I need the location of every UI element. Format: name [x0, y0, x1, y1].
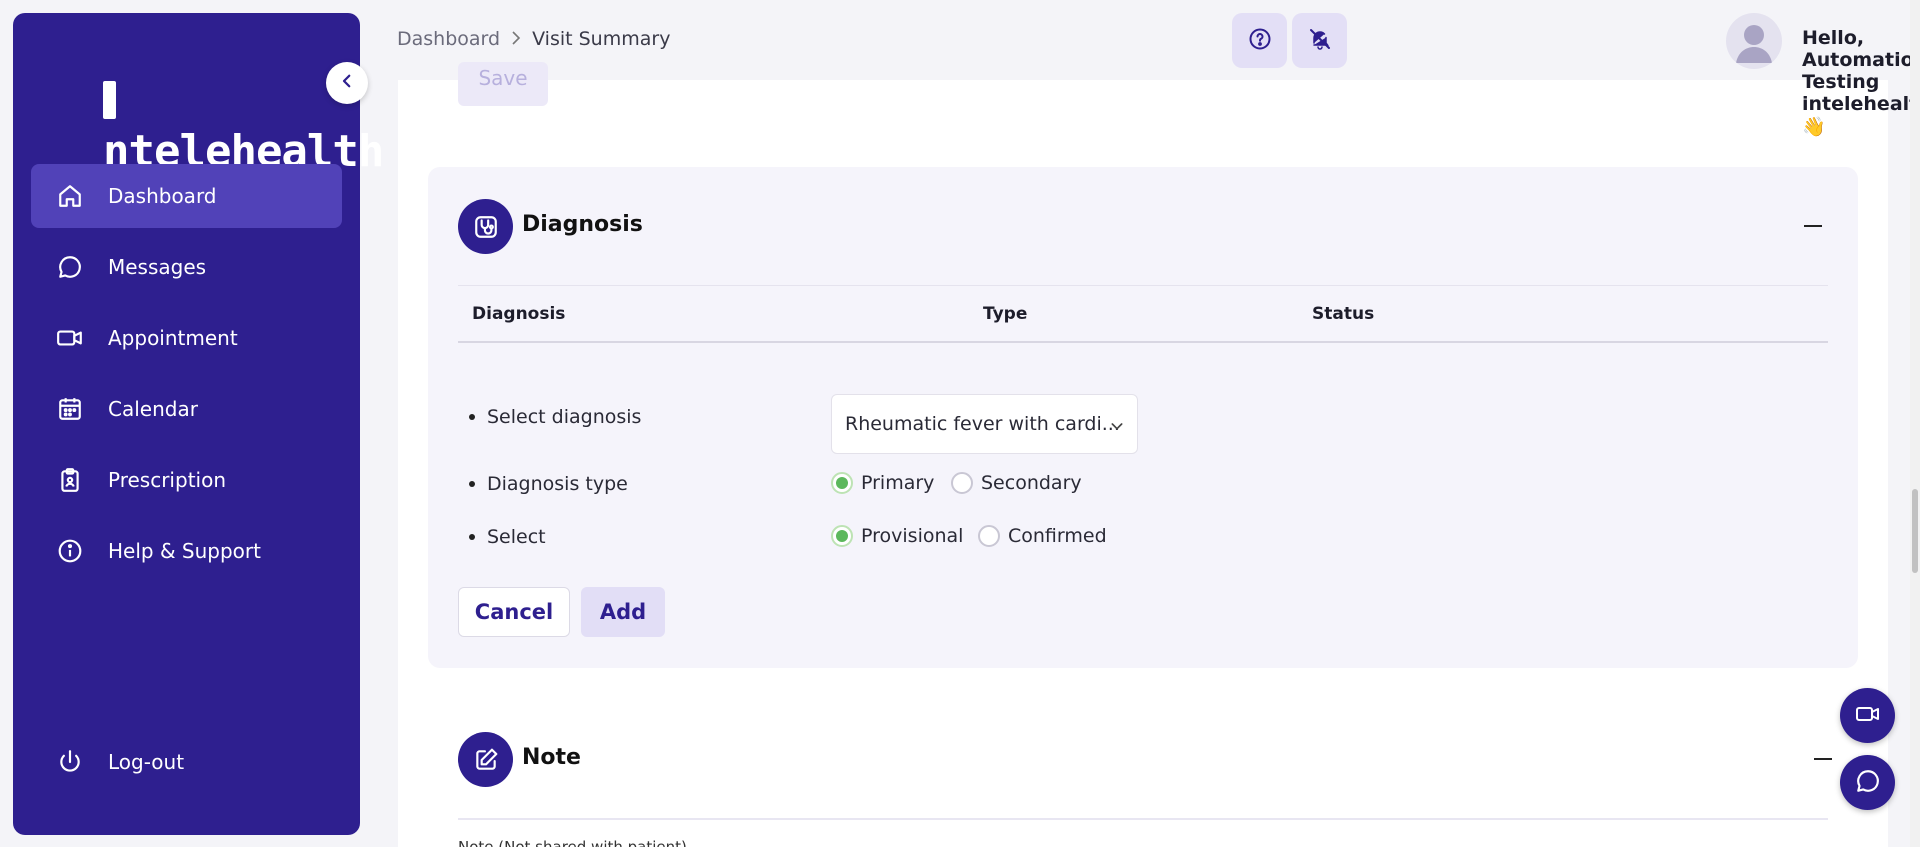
column-header: Type: [983, 304, 1028, 324]
radio-label: Secondary: [981, 472, 1082, 494]
sidebar: ntelehealth Dashboard Messages Appointme…: [13, 13, 384, 835]
sidebar-item-label: Calendar: [108, 397, 198, 421]
note-divider: [458, 818, 1828, 820]
help-button[interactable]: [1232, 13, 1287, 68]
select-diagnosis-label: Select diagnosis: [487, 406, 642, 428]
power-icon: [55, 747, 85, 777]
collapse-note-icon[interactable]: [1814, 758, 1832, 760]
diagnosis-table-header: Diagnosis Type Status: [458, 285, 1828, 343]
diagnosis-type-label: Diagnosis type: [487, 473, 628, 495]
video-icon: [1855, 702, 1881, 730]
sidebar-item-label: Appointment: [108, 326, 238, 350]
radio-confirmed[interactable]: Confirmed: [978, 525, 1107, 547]
logout-button[interactable]: Log-out: [31, 730, 342, 794]
edit-icon: [458, 732, 513, 787]
radio-secondary[interactable]: Secondary: [951, 472, 1082, 494]
radio-circle: [978, 525, 1000, 547]
calendar-icon: [55, 394, 85, 424]
note-hint: Note (Not shared with patient): [458, 838, 687, 847]
sidebar-item-calendar[interactable]: Calendar: [31, 377, 342, 441]
chevron-right-icon: [510, 28, 522, 50]
info-icon: [55, 536, 85, 566]
chevron-left-icon: [338, 72, 356, 94]
notifications-button[interactable]: [1292, 13, 1347, 68]
sidebar-item-label: Prescription: [108, 468, 226, 492]
diagnosis-card: Diagnosis Diagnosis Type Status Select d…: [428, 167, 1858, 668]
logout-label: Log-out: [108, 750, 185, 774]
sidebar-item-help-support[interactable]: Help & Support: [31, 519, 342, 583]
cancel-button[interactable]: Cancel: [458, 587, 570, 637]
breadcrumb: Dashboard Visit Summary: [397, 28, 670, 50]
column-header: Status: [1312, 304, 1375, 324]
diagnosis-title: Diagnosis: [522, 212, 643, 237]
video-icon: [55, 323, 85, 353]
collapse-diagnosis-icon[interactable]: [1804, 225, 1822, 227]
page-scrollbar[interactable]: [1910, 0, 1920, 847]
chevron-down-icon: [1109, 417, 1125, 439]
diagnosis-select[interactable]: Rheumatic fever with cardi...: [831, 394, 1138, 454]
home-icon: [55, 181, 85, 211]
question-icon: [1248, 27, 1272, 55]
collapse-sidebar-button[interactable]: [326, 62, 368, 104]
avatar[interactable]: [1726, 13, 1782, 69]
user-greeting: Hello, Automation Testing intelehealth 👋: [1802, 27, 1920, 138]
video-call-button[interactable]: [1840, 688, 1895, 743]
radio-primary[interactable]: Primary: [831, 472, 934, 494]
breadcrumb-current: Visit Summary: [532, 28, 671, 50]
chat-icon: [55, 252, 85, 282]
radio-provisional[interactable]: Provisional: [831, 525, 963, 547]
scrollbar-thumb[interactable]: [1912, 489, 1918, 573]
radio-circle: [831, 472, 853, 494]
stethoscope-icon: [458, 199, 513, 254]
column-header: Diagnosis: [472, 304, 566, 324]
top-header: Dashboard Visit Summary Hello, Automatio…: [360, 0, 1920, 138]
chat-icon: [1855, 768, 1881, 798]
sidebar-item-appointment[interactable]: Appointment: [31, 306, 342, 370]
sidebar-item-prescription[interactable]: Prescription: [31, 448, 342, 512]
breadcrumb-dashboard[interactable]: Dashboard: [397, 28, 500, 50]
diagnosis-select-value: Rheumatic fever with cardi...: [845, 413, 1120, 435]
add-button[interactable]: Add: [581, 587, 665, 637]
note-title: Note: [522, 745, 581, 770]
select-status-label: Select: [487, 526, 546, 548]
clipboard-icon: [55, 465, 85, 495]
radio-label: Confirmed: [1008, 525, 1107, 547]
sidebar-item-messages[interactable]: Messages: [31, 235, 342, 299]
radio-label: Primary: [861, 472, 935, 494]
sidebar-item-label: Messages: [108, 255, 207, 279]
radio-circle: [951, 472, 973, 494]
sidebar-item-label: Dashboard: [108, 184, 217, 208]
radio-label: Provisional: [861, 525, 964, 547]
sidebar-nav: Dashboard Messages Appointment Calendar …: [31, 164, 342, 590]
chat-button[interactable]: [1840, 755, 1895, 810]
sidebar-item-label: Help & Support: [108, 539, 261, 563]
bell-off-icon: [1308, 27, 1332, 55]
sidebar-item-dashboard[interactable]: Dashboard: [31, 164, 342, 228]
radio-circle: [831, 525, 853, 547]
